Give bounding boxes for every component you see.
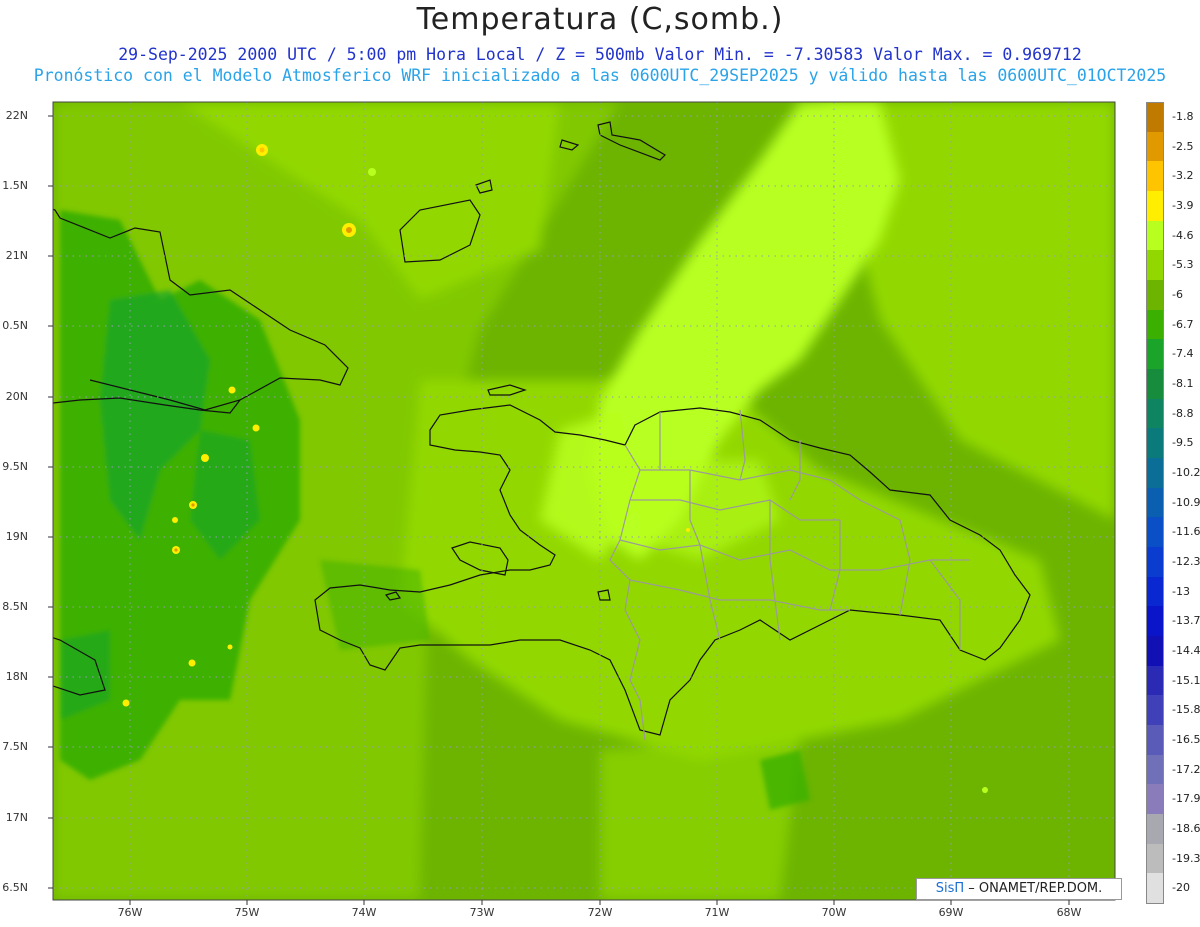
colorbar-label: -1.8: [1172, 109, 1194, 123]
colorbar-label: -20: [1172, 881, 1190, 895]
x-tick-label: 71W: [704, 906, 730, 919]
colorbar-label: -17.9: [1172, 792, 1200, 806]
colorbar-swatch: [1146, 161, 1164, 192]
colorbar-label: -16.5: [1172, 732, 1200, 746]
colorbar-swatch: [1146, 873, 1164, 905]
colorbar-label: -10.2: [1172, 465, 1200, 479]
y-tick-label: 18N: [5, 670, 28, 683]
colorbar-label: -12.3: [1172, 554, 1200, 568]
x-tick-label: 69W: [938, 906, 964, 919]
y-tick-label: 8.5N: [2, 600, 28, 613]
colorbar-swatch: [1146, 695, 1164, 726]
x-tick-label: 74W: [351, 906, 377, 919]
colorbar-swatch: [1146, 754, 1164, 785]
colorbar-label: -6.7: [1172, 317, 1194, 331]
credit-brand: SisΠ: [935, 881, 965, 896]
y-tick-label: 1.5N: [2, 179, 28, 192]
y-tick-label: 0.5N: [2, 319, 28, 332]
credit-box: SisΠ – ONAMET/REP.DOM.: [916, 878, 1122, 900]
colorbar-swatch: [1146, 547, 1164, 578]
colorbar-swatch: [1146, 369, 1164, 400]
y-tick-label: 22N: [5, 109, 28, 122]
colorbar-swatch: [1146, 576, 1164, 607]
colorbar-label: -3.2: [1172, 169, 1194, 183]
colorbar-label: -7.4: [1172, 347, 1194, 361]
colorbar-label: -17.2: [1172, 762, 1200, 776]
credit-text: – ONAMET/REP.DOM.: [968, 881, 1103, 896]
colorbar-swatch: [1146, 725, 1164, 756]
colorbar-label: -15.1: [1172, 673, 1200, 687]
colorbar-swatch: [1146, 220, 1164, 251]
x-tick-label: 72W: [587, 906, 613, 919]
y-tick-label: 6.5N: [2, 881, 28, 894]
x-tick-label: 76W: [117, 906, 143, 919]
colorbar-label: -5.3: [1172, 258, 1194, 272]
colorbar-swatch: [1146, 191, 1164, 222]
y-tick-label: 7.5N: [2, 740, 28, 753]
temperature-map: [48, 101, 1116, 905]
colorbar-label: -9.5: [1172, 436, 1194, 450]
colorbar-swatch: [1146, 339, 1164, 370]
x-tick-label: 70W: [821, 906, 847, 919]
temperature-field: [53, 102, 1115, 900]
colorbar-label: -13: [1172, 584, 1190, 598]
colorbar-swatch: [1146, 517, 1164, 548]
colorbar-swatch: [1146, 280, 1164, 311]
y-tick-label: 19N: [5, 530, 28, 543]
colorbar-label: -14.4: [1172, 643, 1200, 657]
x-tick-label: 73W: [469, 906, 495, 919]
colorbar-label: -4.6: [1172, 228, 1194, 242]
colorbar-label: -15.8: [1172, 703, 1200, 717]
y-tick-label: 20N: [5, 390, 28, 403]
colorbar-label: -19.3: [1172, 851, 1200, 865]
colorbar-swatch: [1146, 102, 1164, 134]
colorbar-swatch: [1146, 458, 1164, 489]
colorbar-label: -10.9: [1172, 495, 1200, 509]
x-tick-label: 75W: [234, 906, 260, 919]
colorbar-swatch: [1146, 428, 1164, 459]
colorbar-swatch: [1146, 843, 1164, 874]
y-tick-label: 17N: [5, 811, 28, 824]
colorbar-swatch: [1146, 250, 1164, 281]
colorbar-label: -18.6: [1172, 821, 1200, 835]
colorbar-swatch: [1146, 814, 1164, 845]
colorbar-swatch: [1146, 784, 1164, 815]
y-tick-label: 9.5N: [2, 460, 28, 473]
colorbar-swatch: [1146, 606, 1164, 637]
colorbar-swatch: [1146, 309, 1164, 340]
x-tick-label: 68W: [1056, 906, 1082, 919]
y-tick-label: 21N: [5, 249, 28, 262]
colorbar-swatch: [1146, 398, 1164, 429]
colorbar-swatch: [1146, 665, 1164, 696]
colorbar-label: -11.6: [1172, 525, 1200, 539]
colorbar-swatch: [1146, 131, 1164, 162]
colorbar-label: -8.1: [1172, 376, 1194, 390]
colorbar-label: -3.9: [1172, 198, 1194, 212]
colorbar-swatch: [1146, 487, 1164, 518]
colorbar-label: -8.8: [1172, 406, 1194, 420]
colorbar-label: -2.5: [1172, 139, 1194, 153]
colorbar-label: -13.7: [1172, 614, 1200, 628]
colorbar-label: -6: [1172, 287, 1183, 301]
colorbar-swatch: [1146, 636, 1164, 667]
